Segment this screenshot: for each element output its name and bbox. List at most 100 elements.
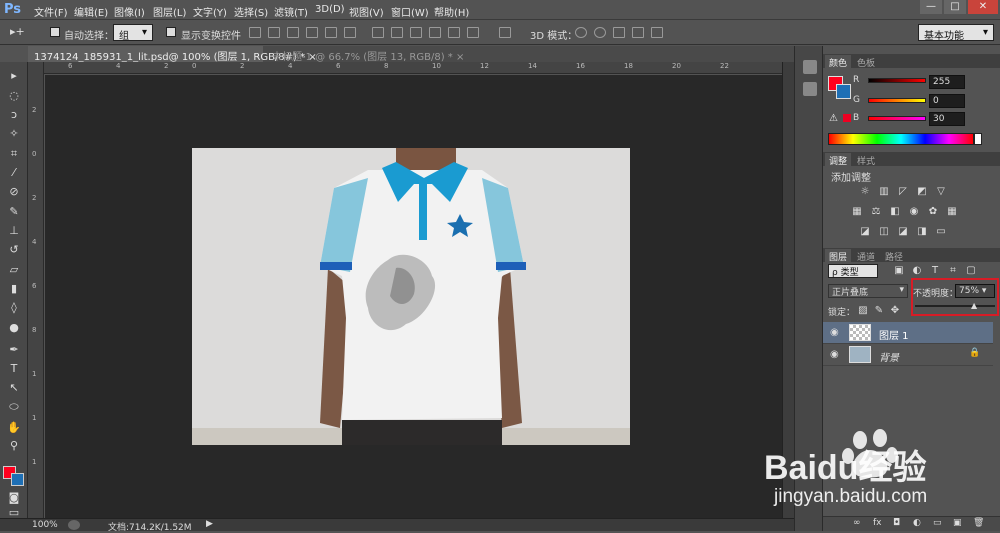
visibility-eye-icon[interactable]: ◉ [830, 327, 839, 338]
minimize-button[interactable]: — [920, 0, 942, 14]
move-tool-icon[interactable]: ▸ [6, 68, 22, 83]
opacity-slider[interactable] [915, 305, 995, 307]
status-arrow-icon[interactable]: ▶ [206, 519, 213, 529]
type-tool-icon[interactable]: T [6, 361, 22, 376]
layer-mask-icon[interactable]: ◘ [893, 518, 900, 528]
tab-adjustments[interactable]: 调整 [825, 153, 852, 167]
adjustment-layer-icon[interactable]: ◐ [913, 518, 921, 528]
new-layer-icon[interactable]: ▣ [953, 518, 962, 528]
layer-name[interactable]: 图层 1 [879, 327, 909, 342]
tab-layers[interactable]: 图层 [825, 249, 852, 263]
filter-type-icon[interactable]: T [929, 265, 941, 276]
b-value-input[interactable]: 30 [929, 112, 965, 126]
align-top-icon[interactable] [249, 27, 261, 38]
status-menu-icon[interactable] [68, 520, 80, 530]
path-select-tool-icon[interactable]: ↖ [6, 380, 22, 395]
maximize-button[interactable]: □ [944, 0, 966, 14]
b-slider[interactable] [868, 116, 926, 121]
background-color-swatch[interactable] [11, 473, 24, 486]
exposure-icon[interactable]: ◩ [916, 186, 928, 197]
opacity-slider-thumb[interactable]: ▲ [971, 301, 977, 310]
marquee-tool-icon[interactable]: ◌ [6, 88, 22, 103]
r-value-input[interactable]: 255 [929, 75, 965, 89]
3d-pan-icon[interactable] [613, 27, 625, 38]
lock-transparency-icon[interactable]: ▨ [857, 305, 869, 316]
clone-stamp-tool-icon[interactable]: ⊥ [6, 223, 22, 238]
auto-select-checkbox[interactable] [50, 27, 60, 37]
document-image[interactable] [192, 148, 630, 445]
3d-roll-icon[interactable] [594, 27, 606, 38]
menu-3d[interactable]: 3D(D) [315, 4, 345, 15]
shape-tool-icon[interactable]: ⬭ [6, 399, 22, 414]
tab-color[interactable]: 颜色 [825, 55, 852, 69]
fx-icon[interactable]: fx [873, 518, 882, 528]
quick-mask-icon[interactable]: ◙ [6, 490, 22, 505]
menu-help[interactable]: 帮助(H) [434, 4, 469, 19]
tab-document-2[interactable]: 未标题-1 @ 66.7% (图层 13, RGB/8) * × [266, 46, 466, 63]
filter-pixel-icon[interactable]: ▣ [893, 265, 905, 276]
distribute-hcenter-icon[interactable] [448, 27, 460, 38]
menu-edit[interactable]: 编辑(E) [74, 4, 108, 19]
lasso-tool-icon[interactable]: ↄ [6, 107, 22, 122]
levels-icon[interactable]: ▥ [878, 186, 890, 197]
3d-scale-icon[interactable] [651, 27, 663, 38]
color-lookup-icon[interactable]: ▦ [946, 206, 958, 217]
g-value-input[interactable]: 0 [929, 94, 965, 108]
align-vcenter-icon[interactable] [268, 27, 280, 38]
posterize-icon[interactable]: ◫ [878, 226, 890, 237]
lock-pixels-icon[interactable]: ✎ [873, 305, 885, 316]
auto-align-icon[interactable] [499, 27, 511, 38]
white-swatch[interactable] [974, 133, 982, 145]
eraser-tool-icon[interactable]: ▱ [6, 262, 22, 277]
brush-tool-icon[interactable]: ✎ [6, 204, 22, 219]
warning-icon[interactable]: ⚠ [829, 113, 838, 124]
channel-mixer-icon[interactable]: ✿ [927, 206, 939, 217]
black-white-icon[interactable]: ◧ [889, 206, 901, 217]
auto-select-dropdown[interactable]: 组 ▾ [113, 24, 153, 42]
distribute-bottom-icon[interactable] [410, 27, 422, 38]
menu-layer[interactable]: 图层(L) [153, 4, 186, 19]
vibrance-icon[interactable]: ▽ [935, 186, 947, 197]
layer-filter-dropdown[interactable]: ρ 类型 [828, 264, 878, 278]
history-panel-icon[interactable] [803, 60, 817, 74]
color-balance-icon[interactable]: ⚖ [870, 206, 882, 217]
align-bottom-icon[interactable] [287, 27, 299, 38]
3d-rotate-icon[interactable] [575, 27, 587, 38]
filter-adjust-icon[interactable]: ◐ [911, 265, 923, 276]
photo-filter-icon[interactable]: ◉ [908, 206, 920, 217]
gradient-tool-icon[interactable]: ▮ [6, 281, 22, 296]
invert-icon[interactable]: ◪ [859, 226, 871, 237]
zoom-tool-icon[interactable]: ⚲ [6, 438, 22, 453]
quick-select-tool-icon[interactable]: ✧ [6, 126, 22, 141]
tab-document-1[interactable]: 1374124_185931_1_lit.psd@ 100% (图层 1, RG… [28, 46, 317, 63]
web-color-swatch[interactable] [843, 114, 851, 122]
menu-select[interactable]: 选择(S) [234, 4, 268, 19]
show-transform-checkbox[interactable] [166, 27, 176, 37]
tab-paths[interactable]: 路径 [881, 249, 907, 263]
dodge-tool-icon[interactable]: ● [6, 320, 22, 335]
workspace-dropdown[interactable]: 基本功能 ▾ [918, 24, 994, 42]
filter-smart-icon[interactable]: ▢ [965, 265, 977, 276]
threshold-icon[interactable]: ◪ [897, 226, 909, 237]
layer-name[interactable]: 背景 [879, 349, 899, 364]
distribute-vcenter-icon[interactable] [391, 27, 403, 38]
layer-row-background[interactable]: ◉ 背景 🔒 [823, 344, 993, 366]
gradient-map-icon[interactable]: ▭ [935, 226, 947, 237]
background-swatch[interactable] [836, 84, 851, 99]
blend-mode-dropdown[interactable]: 正片叠底 ▾ [828, 284, 908, 298]
distribute-right-icon[interactable] [467, 27, 479, 38]
brightness-icon[interactable]: ☼ [859, 186, 871, 197]
link-layers-icon[interactable]: ∞ [853, 518, 861, 528]
align-right-icon[interactable] [344, 27, 356, 38]
group-icon[interactable]: ▭ [933, 518, 942, 528]
properties-panel-icon[interactable] [803, 82, 817, 96]
tab-swatches[interactable]: 色板 [853, 55, 879, 69]
tab-styles[interactable]: 样式 [853, 153, 879, 167]
tab-channels[interactable]: 通道 [853, 249, 879, 263]
selective-color-icon[interactable]: ◨ [916, 226, 928, 237]
align-hcenter-icon[interactable] [325, 27, 337, 38]
layer-row-1[interactable]: ◉ 图层 1 [823, 322, 993, 344]
blur-tool-icon[interactable]: ◊ [6, 300, 22, 315]
g-slider[interactable] [868, 98, 926, 103]
menu-filter[interactable]: 滤镜(T) [274, 4, 308, 19]
